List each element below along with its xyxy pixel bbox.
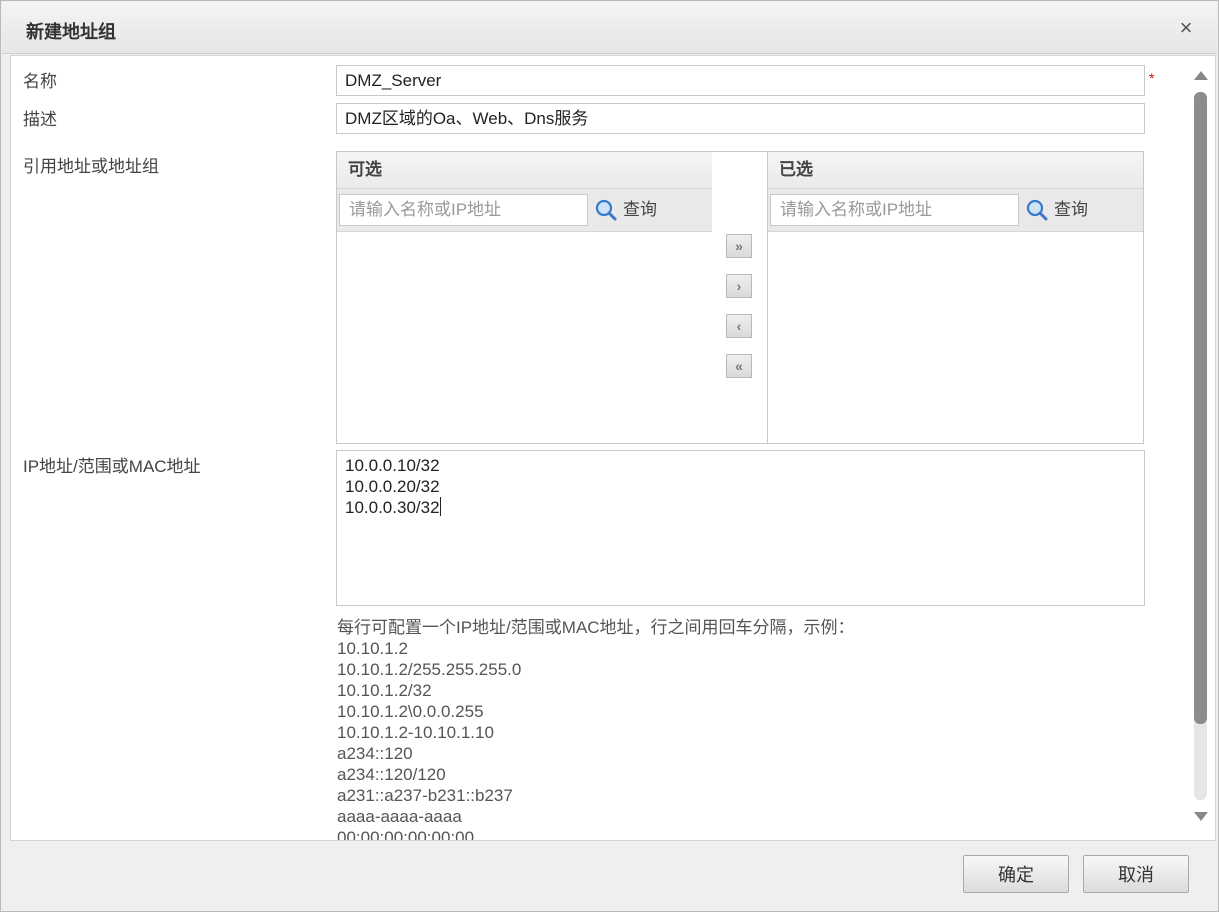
available-header: 可选 xyxy=(337,152,712,189)
hint-example: 10.10.1.2/255.255.255.0 xyxy=(337,660,522,679)
scroll-up-arrow-icon[interactable] xyxy=(1194,71,1208,80)
dialog-body: 名称 DMZ_Server * 描述 DMZ区域的Oa、Web、Dns服务 引用… xyxy=(10,55,1216,841)
move-all-right-button[interactable]: » xyxy=(726,234,752,258)
address-line-current: 10.0.0.30/32 xyxy=(345,497,441,517)
available-list-panel: 可选 请输入名称或IP地址 查询 xyxy=(336,151,713,444)
description-label: 描述 xyxy=(23,110,57,129)
new-address-group-dialog: 新建地址组 × 名称 DMZ_Server * 描述 DMZ区域的Oa、Web、… xyxy=(0,0,1219,912)
scroll-track[interactable] xyxy=(1194,92,1207,800)
required-mark: * xyxy=(1149,70,1155,86)
address-line: 10.0.0.10/32 xyxy=(345,456,440,475)
description-input[interactable]: DMZ区域的Oa、Web、Dns服务 xyxy=(336,103,1145,134)
available-search-bar: 请输入名称或IP地址 查询 xyxy=(337,189,712,232)
selected-search-input[interactable]: 请输入名称或IP地址 xyxy=(770,194,1019,226)
close-icon[interactable]: × xyxy=(1174,16,1198,40)
hint-example: 10.10.1.2-10.10.1.10 xyxy=(337,723,494,742)
hint-intro: 每行可配置一个IP地址/范围或MAC地址，行之间用回车分隔，示例： xyxy=(337,618,855,637)
move-all-left-button[interactable]: « xyxy=(726,354,752,378)
available-search-button[interactable]: 查询 xyxy=(595,196,657,224)
cancel-button[interactable]: 取消 xyxy=(1083,855,1189,893)
available-search-input[interactable]: 请输入名称或IP地址 xyxy=(339,194,588,226)
dialog-title: 新建地址组 xyxy=(26,22,116,42)
dialog-titlebar: 新建地址组 × xyxy=(2,2,1217,54)
scroll-down-arrow-icon[interactable] xyxy=(1194,812,1208,821)
scroll-thumb[interactable] xyxy=(1194,92,1207,724)
selected-search-button[interactable]: 查询 xyxy=(1026,196,1088,224)
addresses-textarea[interactable]: 10.0.0.10/32 10.0.0.20/32 10.0.0.30/32 xyxy=(336,450,1145,606)
confirm-button[interactable]: 确定 xyxy=(963,855,1069,893)
search-icon xyxy=(1026,199,1048,221)
hint-example: a231::a237-b231::b237 xyxy=(337,786,513,805)
available-search-label: 查询 xyxy=(623,200,657,219)
search-icon xyxy=(595,199,617,221)
reference-label: 引用地址或地址组 xyxy=(23,157,159,176)
hint-example: aaaa-aaaa-aaaa xyxy=(337,807,462,826)
hint-example: 10.10.1.2/32 xyxy=(337,681,432,700)
selected-list-panel: 已选 请输入名称或IP地址 查询 xyxy=(767,151,1144,444)
text-caret xyxy=(439,497,441,516)
hint-example: 10.10.1.2 xyxy=(337,639,408,658)
selected-search-label: 查询 xyxy=(1054,200,1088,219)
hint-example: 10.10.1.2\0.0.0.255 xyxy=(337,702,484,721)
hint-example: 00:00:00:00:00:00 xyxy=(337,828,475,841)
move-left-button[interactable]: ‹ xyxy=(726,314,752,338)
selected-list[interactable] xyxy=(768,232,1143,443)
hint-example: a234::120 xyxy=(337,744,413,763)
available-list[interactable] xyxy=(337,232,712,443)
move-right-button[interactable]: › xyxy=(726,274,752,298)
address-line: 10.0.0.20/32 xyxy=(345,477,440,496)
selected-search-bar: 请输入名称或IP地址 查询 xyxy=(768,189,1143,232)
name-label: 名称 xyxy=(23,72,57,91)
selected-header: 已选 xyxy=(768,152,1143,189)
hint-example: a234::120/120 xyxy=(337,765,446,784)
addresses-hint: 每行可配置一个IP地址/范围或MAC地址，行之间用回车分隔，示例： 10.10.… xyxy=(337,617,855,841)
addresses-label: IP地址/范围或MAC地址 xyxy=(23,457,201,476)
name-input[interactable]: DMZ_Server xyxy=(336,65,1145,96)
vertical-scrollbar[interactable] xyxy=(1191,66,1211,826)
transfer-buttons: » › ‹ « xyxy=(712,151,768,444)
